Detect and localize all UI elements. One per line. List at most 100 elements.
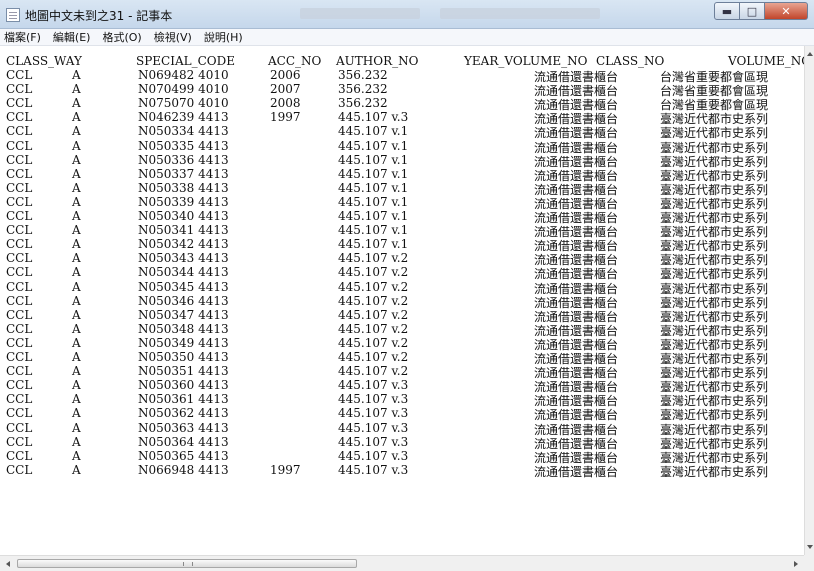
row-field: N050348 4413: [138, 321, 229, 336]
row-field: CCL: [6, 420, 33, 435]
row-field: A: [72, 364, 81, 379]
row-field: N050335 4413: [138, 138, 229, 153]
row-field: N069482 4010: [138, 68, 229, 82]
row-field: CCL: [6, 194, 33, 209]
row-field: CCL: [6, 237, 33, 252]
scroll-right-arrow-icon[interactable]: [794, 561, 798, 567]
row-field: 445.107 v.1: [338, 124, 409, 139]
column-header: VOLUME_NO: [728, 54, 804, 68]
menu-edit[interactable]: 編輯(E): [47, 29, 97, 45]
row-field: CCL: [6, 434, 33, 449]
row-field: 445.107 v.1: [338, 194, 409, 209]
vertical-scrollbar[interactable]: [804, 46, 814, 555]
title-bar[interactable]: 地圖中文未到之31 - 記事本 ▬ □ ✕: [0, 0, 814, 29]
column-header: CLASS_WAY: [6, 54, 82, 68]
row-field: CCL: [6, 293, 33, 308]
row-field: A: [72, 392, 81, 407]
row-field: CCL: [6, 378, 33, 393]
menu-help[interactable]: 說明(H): [198, 29, 249, 45]
row-field: N050336 4413: [138, 152, 229, 167]
row-field: N070499 4010: [138, 82, 229, 97]
row-field: CCL: [6, 364, 33, 379]
menu-file[interactable]: 檔案(F): [0, 29, 47, 45]
horizontal-scrollbar[interactable]: [0, 555, 804, 571]
row-field: A: [72, 251, 81, 266]
row-field: 445.107 v.3: [338, 420, 409, 435]
row-field: 445.107 v.2: [338, 307, 409, 322]
column-header: ACC_NO: [268, 54, 322, 68]
row-field: 445.107 v.3: [338, 392, 409, 407]
scroll-down-arrow-icon[interactable]: [807, 545, 813, 549]
column-header: YEAR_VOLUME_NO: [464, 54, 588, 68]
row-field: CCL: [6, 96, 33, 111]
menu-view[interactable]: 檢視(V): [148, 29, 198, 45]
row-field: A: [72, 293, 81, 308]
row-field: A: [72, 209, 81, 223]
notepad-icon[interactable]: [6, 8, 20, 22]
row-field: 445.107 v.3: [338, 110, 409, 125]
row-field: 356.232: [338, 82, 388, 97]
row-field: 1997: [270, 110, 301, 125]
row-field: CCL: [6, 68, 33, 82]
row-field: A: [72, 420, 81, 435]
minimize-icon: ▬: [721, 4, 733, 18]
row-field: CCL: [6, 152, 33, 167]
row-field: 445.107 v.2: [338, 335, 409, 350]
row-field: CCL: [6, 406, 33, 421]
row-field: A: [72, 138, 81, 153]
row-field: N050337 4413: [138, 166, 229, 181]
row-field: N050362 4413: [138, 406, 229, 421]
row-field: CCL: [6, 279, 33, 294]
row-field: CCL: [6, 180, 33, 195]
row-field: N046239 4413: [138, 110, 229, 125]
scroll-left-arrow-icon[interactable]: [6, 561, 10, 567]
row-field: 445.107 v.2: [338, 350, 409, 364]
row-field: 445.107 v.2: [338, 265, 409, 280]
row-field: A: [72, 237, 81, 252]
menu-bar: 檔案(F) 編輯(E) 格式(O) 檢視(V) 說明(H): [0, 29, 814, 46]
row-field: A: [72, 350, 81, 364]
row-field: 445.107 v.3: [338, 462, 409, 477]
row-field: CCL: [6, 462, 33, 477]
row-field: CCL: [6, 335, 33, 350]
row-field: 445.107 v.1: [338, 138, 409, 153]
row-field: N050345 4413: [138, 279, 229, 294]
row-field: A: [72, 321, 81, 336]
row-field: A: [72, 194, 81, 209]
row-field: 2007: [270, 82, 301, 97]
row-field: A: [72, 279, 81, 294]
row-field: A: [72, 110, 81, 125]
scrollbar-corner: [804, 555, 814, 571]
row-field: CCL: [6, 251, 33, 266]
row-field: N050361 4413: [138, 392, 229, 407]
close-button[interactable]: ✕: [765, 2, 808, 20]
blurred-title-text: [300, 8, 420, 19]
minimize-button[interactable]: ▬: [714, 2, 740, 20]
row-field: CCL: [6, 223, 33, 238]
row-field: A: [72, 406, 81, 421]
row-field: 445.107 v.2: [338, 279, 409, 294]
text-editor[interactable]: CLASS_WAY SPECIAL_CODE ACC_NO AUTHOR_NO YEAR…: [0, 46, 804, 555]
row-field: 445.107 v.1: [338, 223, 409, 238]
row-field: A: [72, 307, 81, 322]
maximize-button[interactable]: □: [740, 2, 765, 20]
row-field: CCL: [6, 209, 33, 223]
row-field: A: [72, 223, 81, 238]
row-field: N050351 4413: [138, 364, 229, 379]
row-field: 2006: [270, 68, 301, 82]
row-field: 445.107 v.2: [338, 364, 409, 379]
row-field: N050338 4413: [138, 180, 229, 195]
row-field: 356.232: [338, 68, 388, 82]
row-field: A: [72, 82, 81, 97]
scroll-up-arrow-icon[interactable]: [807, 52, 813, 56]
row-field: A: [72, 434, 81, 449]
scroll-grip-icon: [183, 562, 193, 566]
row-field: N050343 4413: [138, 251, 229, 266]
row-field: 445.107 v.2: [338, 251, 409, 266]
row-field: A: [72, 448, 81, 463]
row-field: CCL: [6, 82, 33, 97]
menu-format[interactable]: 格式(O): [96, 29, 147, 45]
row-field: 445.107 v.1: [338, 152, 409, 167]
row-field: A: [72, 166, 81, 181]
horizontal-scroll-thumb[interactable]: [17, 559, 357, 568]
